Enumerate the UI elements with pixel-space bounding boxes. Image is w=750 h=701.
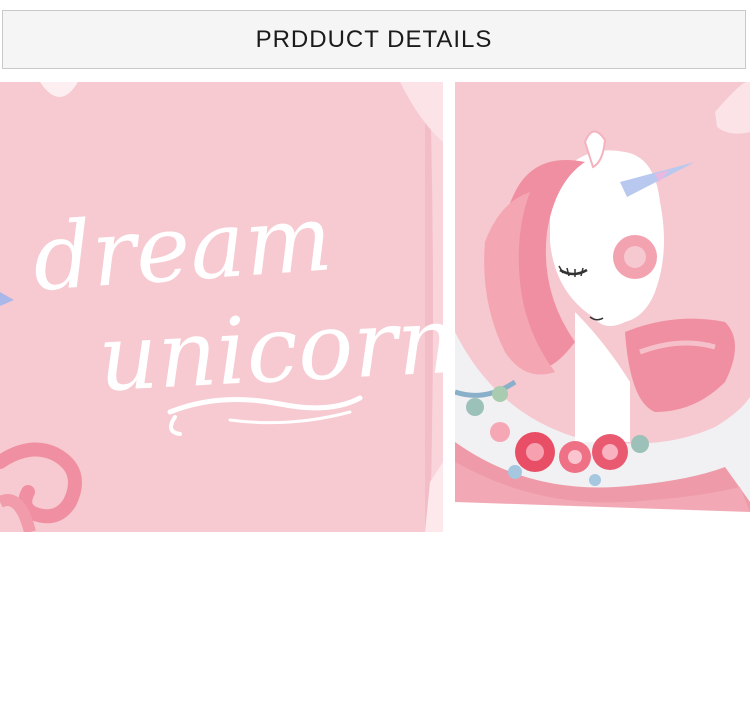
product-photo-lettering: dream unicorn <box>0 82 443 532</box>
section-title: PRDDUCT DETAILS <box>255 25 493 53</box>
lettering-dream: dream <box>29 184 335 312</box>
section-header: PRDDUCT DETAILS <box>2 10 746 69</box>
product-photo-unicorn <box>455 82 750 532</box>
lettering-unicorn: unicorn <box>96 287 443 413</box>
